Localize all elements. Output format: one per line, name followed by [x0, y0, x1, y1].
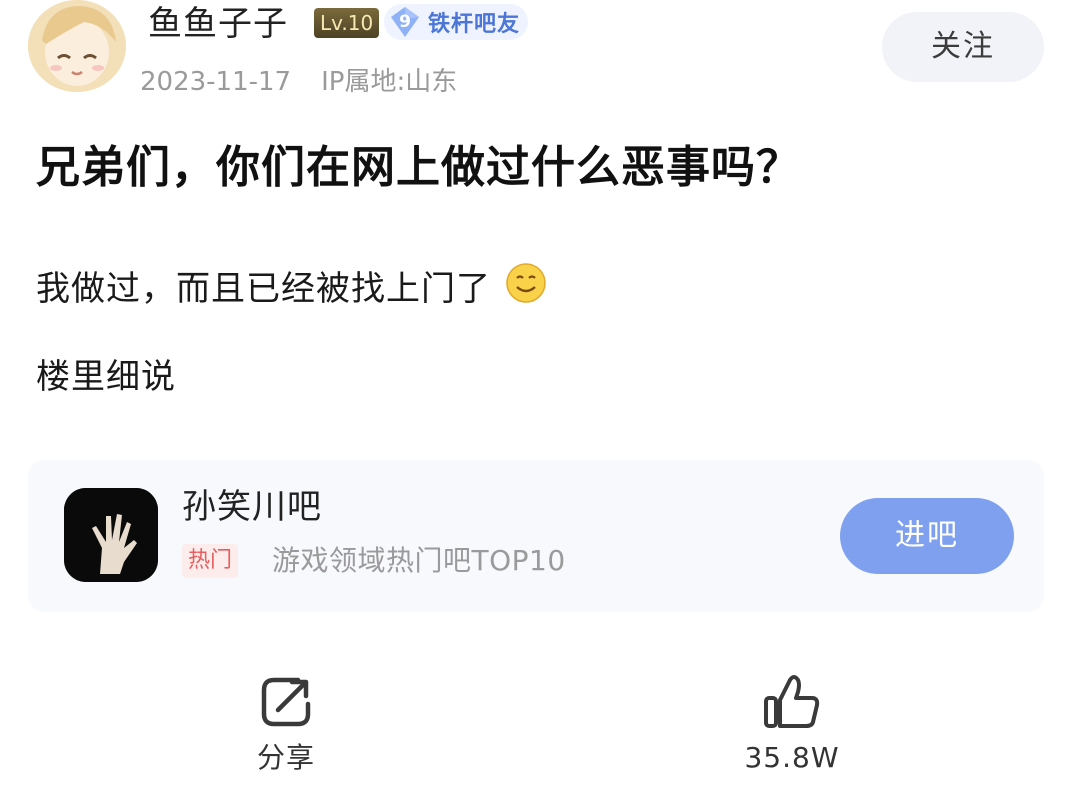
share-label: 分享: [256, 741, 315, 774]
author-name[interactable]: 鱼鱼子子: [148, 4, 288, 44]
rank-title: 铁杆吧友: [428, 12, 521, 37]
follow-button[interactable]: 关注: [882, 12, 1044, 82]
level-badge: Lv.10: [314, 8, 380, 38]
like-button[interactable]: 35.8W: [722, 670, 862, 778]
like-count: 35.8W: [744, 741, 840, 774]
forum-rank-text: 游戏领域热门吧TOP10: [272, 544, 566, 577]
post-body-text: 我做过，而且已经被找上门了: [36, 269, 491, 309]
post-meta: 2023-11-17 IP属地:山东: [140, 64, 457, 100]
post-body-line: 我做过，而且已经被找上门了: [36, 262, 547, 316]
smile-emoji-icon: [505, 262, 547, 316]
post-title: 兄弟们，你们在网上做过什么恶事吗？: [36, 142, 801, 193]
rank-number: 9: [399, 12, 411, 32]
share-icon: [254, 670, 318, 734]
thumbs-up-icon: [760, 670, 824, 734]
post-date: 2023-11-17: [140, 67, 292, 97]
forum-name[interactable]: 孙笑川吧: [182, 484, 322, 530]
hot-tag: 热门: [182, 544, 239, 578]
forum-avatar[interactable]: [64, 488, 158, 582]
share-button[interactable]: 分享: [216, 670, 356, 778]
diamond-rank-icon: 9: [388, 5, 422, 39]
enter-forum-button[interactable]: 进吧: [840, 498, 1014, 574]
rank-badge: 9 铁杆吧友: [384, 4, 529, 40]
author-avatar[interactable]: [28, 0, 126, 92]
ip-location: IP属地:山东: [321, 67, 458, 97]
post-page: 鱼鱼子子 Lv.10 9 铁杆吧友 2023-11-17 IP属地:山东 关注 …: [0, 0, 1080, 793]
post-body-line: 楼里细说: [36, 357, 176, 397]
